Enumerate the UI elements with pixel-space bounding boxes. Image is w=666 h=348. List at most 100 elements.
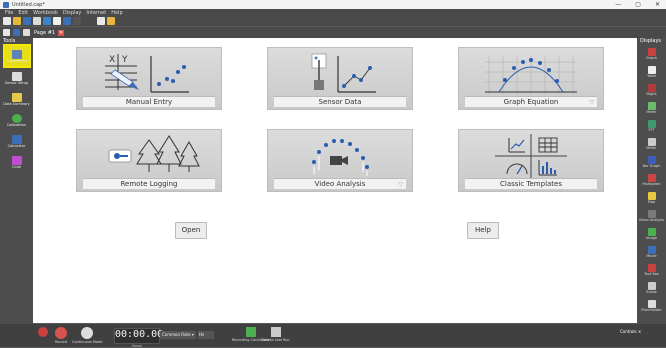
tool-calibration[interactable]: Calibration [0,110,33,131]
help-button[interactable]: Help [467,222,499,239]
histogram-icon [647,174,656,182]
tool-sensor-setup[interactable]: Sensor Setup [0,68,33,89]
data-summary-icon [11,93,22,102]
card-label: Video Analysis [274,178,406,189]
print-icon[interactable] [33,17,41,25]
display-meter[interactable]: Meter [637,99,666,117]
display-scope[interactable]: Scope [637,279,666,297]
display-graph[interactable]: Graph [637,45,666,63]
display-bar-graph[interactable]: Bar Graph [637,153,666,171]
graph-icon [647,48,656,56]
video-analysis-icon [312,139,369,176]
map-icon [647,192,656,200]
display-text-box[interactable]: Text Box [637,261,666,279]
remote-logging-icon [108,135,200,172]
control-bar: Record Continuous Mode 00:00.00 Hours Co… [0,324,666,348]
close-window-button[interactable]: ✕ [655,1,660,8]
controls-toggle[interactable]: Controls ✕ [620,329,641,334]
tool-calculator[interactable]: Calculator [0,131,33,152]
digits-icon [647,84,656,92]
displays-panel: Displays Graph Table Digits Meter FFT Me… [637,38,666,324]
undo-icon[interactable] [63,17,71,25]
start-page-canvas: X Y Manual Entry Sensor Data Graph Equat… [33,38,637,323]
fft-icon [647,120,656,128]
card-manual-entry[interactable]: X Y Manual Entry [76,47,222,110]
page-list-icon[interactable] [13,29,20,36]
toolbar [0,16,666,26]
display-meter-2[interactable]: Meter [637,135,666,153]
display-digits[interactable]: Digits [637,81,666,99]
redo-icon[interactable] [73,17,81,25]
classic-templates-icon [495,134,567,178]
display-movie[interactable]: Movie [637,243,666,261]
highlight-icon[interactable] [107,17,115,25]
card-classic-templates[interactable]: Classic Templates [458,129,604,192]
tool-experiment[interactable]: Experiment [3,44,31,68]
settings-button[interactable] [38,327,48,337]
card-label: Classic Templates [465,178,597,189]
copy-icon[interactable] [43,17,51,25]
paste-icon[interactable] [53,17,61,25]
card-label: Manual Entry [83,96,215,107]
graph-equation-icon [485,56,577,94]
tools-header: Tools [3,38,16,44]
minimize-button[interactable]: — [615,1,621,8]
menu-edit[interactable]: Edit [18,10,28,16]
open-button[interactable]: Open [175,222,207,239]
card-video-analysis[interactable]: Video Analysis ▽ [267,129,413,192]
table-icon [647,66,656,74]
page-tab-bar: Page #1 ✕ [0,27,666,38]
display-table[interactable]: Table [637,63,666,81]
maximize-button[interactable]: ▢ [635,1,641,8]
menu-display[interactable]: Display [63,10,81,16]
calculator-icon [11,135,22,144]
chevron-down-icon[interactable]: ▽ [398,181,403,188]
sample-rate-select[interactable]: Common Rate ▾ [160,331,196,339]
camera-icon[interactable] [97,17,105,25]
delete-last-run-button[interactable]: Delete Last Run [262,327,290,342]
text-box-icon [647,264,656,272]
window-title: Untitled.cap* [12,1,45,8]
save-icon[interactable] [23,17,31,25]
meter-icon [647,102,656,110]
display-map[interactable]: Map [637,189,666,207]
card-graph-equation[interactable]: Graph Equation ▽ [458,47,604,110]
menu-internet[interactable]: Internet [86,10,106,16]
display-video-analysis[interactable]: Video Analysis [637,207,666,225]
open-folder-icon[interactable] [13,17,21,25]
card-sensor-data[interactable]: Sensor Data [267,47,413,110]
new-file-icon[interactable] [3,17,11,25]
menu-workbook[interactable]: Workbook [33,10,58,16]
tool-data-summary[interactable]: Data Summary [0,89,33,110]
display-placeholder[interactable]: Placeholder [637,297,666,315]
menu-file[interactable]: File [5,10,13,16]
settings-icon [38,327,48,337]
svg-text:X: X [109,55,115,65]
display-histogram[interactable]: Histogram [637,171,666,189]
menu-help[interactable]: Help [111,10,122,16]
sensor-setup-icon [11,72,22,81]
scope-icon [647,282,656,290]
close-page-icon[interactable]: ✕ [58,29,65,36]
experiment-icon [12,49,22,59]
tab-page-1[interactable]: Page #1 [34,30,55,36]
record-button[interactable]: Record [55,327,67,344]
record-icon [55,327,68,339]
chevron-down-icon[interactable]: ▽ [589,99,594,106]
elapsed-timer: 00:00.00 Hours [114,328,164,348]
recording-conditions-icon [245,327,256,337]
card-label: Remote Logging [83,178,215,189]
display-image[interactable]: Image [637,225,666,243]
delete-run-icon [270,327,281,337]
movie-icon [647,246,656,254]
page-prev-icon[interactable] [3,29,10,36]
display-fft[interactable]: FFT [637,117,666,135]
page-add-icon[interactable] [23,29,30,36]
continuous-mode-button[interactable]: Continuous Mode [72,327,102,344]
card-remote-logging[interactable]: Remote Logging [76,129,222,192]
tool-code[interactable]: Code [0,152,33,173]
menu-bar: File Edit Workbook Display Internet Help [0,9,666,16]
image-icon [647,228,656,236]
code-icon [11,156,22,165]
rate-unit-select[interactable]: Hz [198,331,214,339]
